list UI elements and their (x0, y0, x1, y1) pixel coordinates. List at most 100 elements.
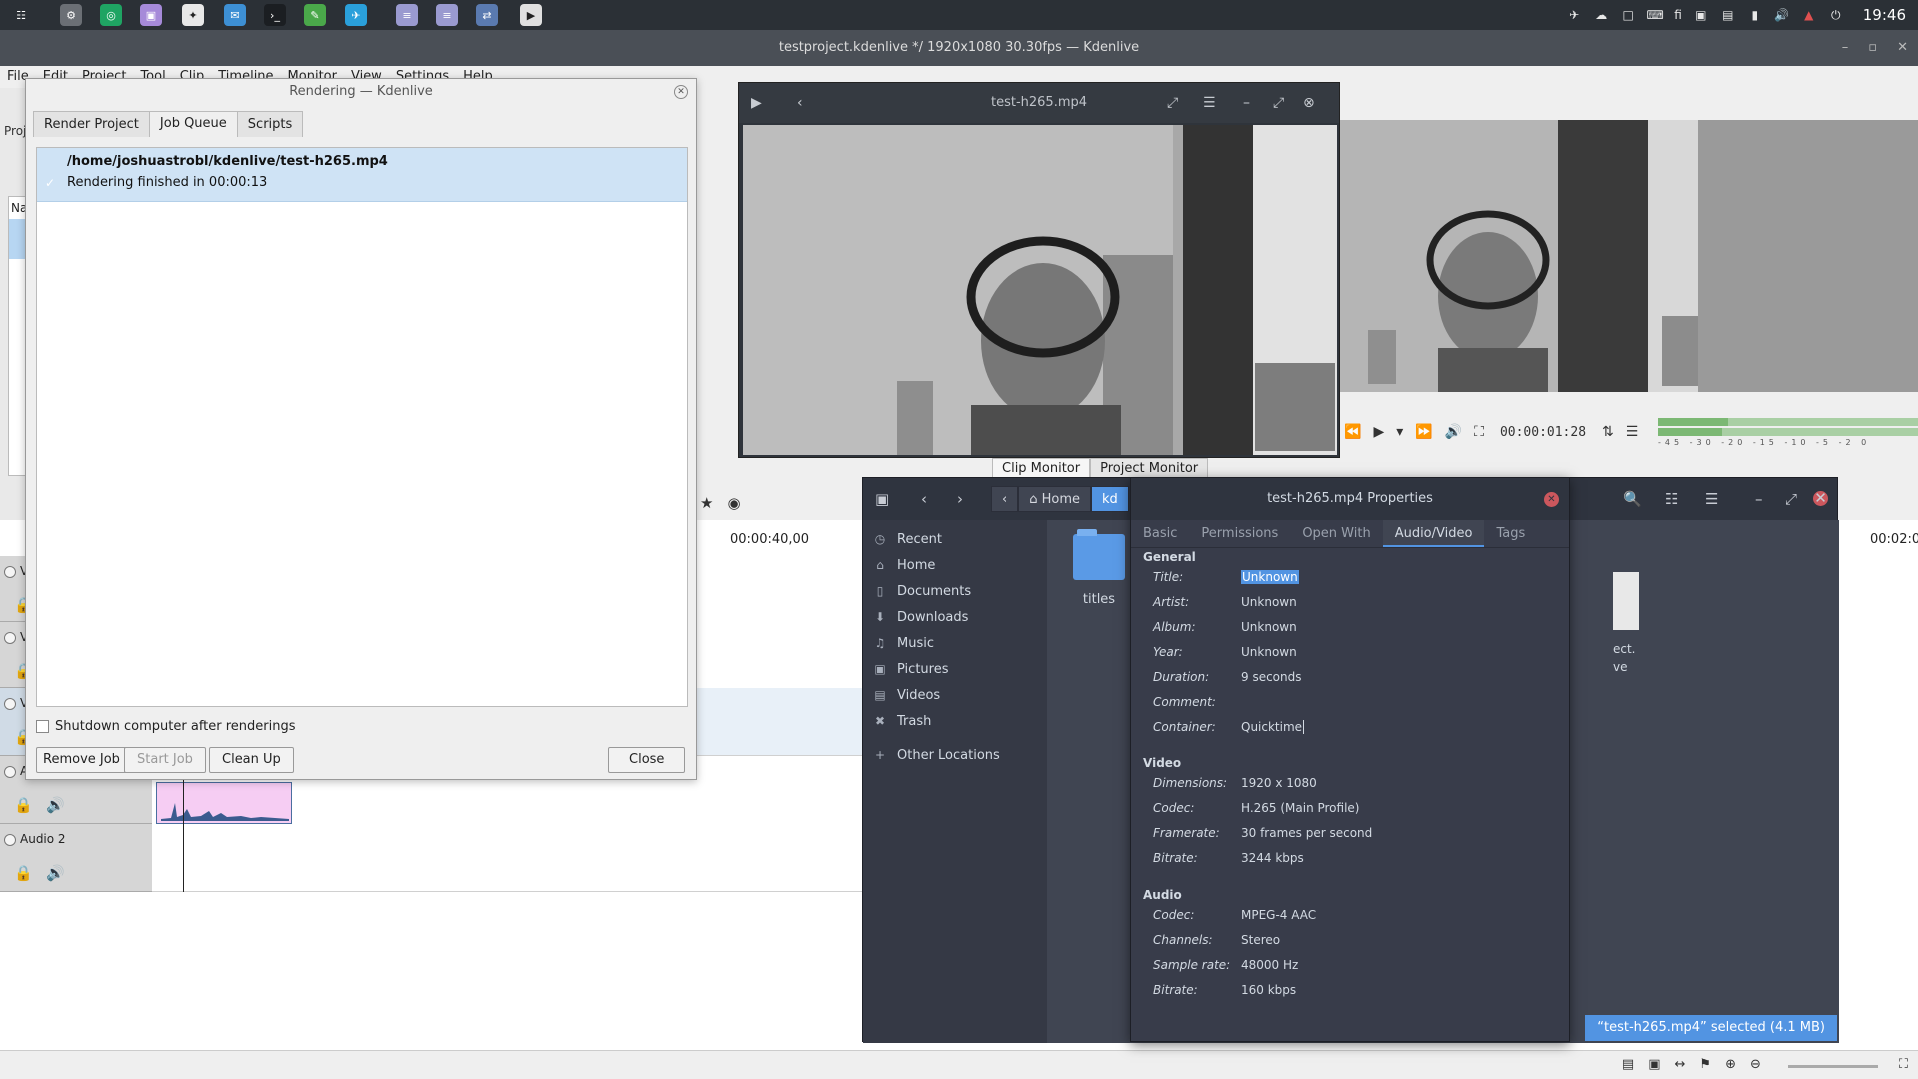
audio-clip[interactable] (156, 782, 292, 824)
folder-item[interactable]: titles (1073, 529, 1125, 607)
prop-value-duration[interactable]: 9 seconds (1241, 670, 1302, 684)
timeline-mode-icon[interactable]: ◉ (727, 494, 740, 512)
notification-bell-icon[interactable]: ▲ (1801, 7, 1817, 23)
track-toggle[interactable] (4, 834, 16, 846)
timecode-spin-icon[interactable]: ⇅ (1602, 424, 1614, 440)
fit-zoom-icon[interactable]: ⊕ (1725, 1057, 1736, 1072)
sidebar-item-other-locations[interactable]: + Other Locations (873, 744, 1000, 766)
track-header-a2[interactable]: Audio 2 🔒 🔊 (0, 824, 152, 892)
cloud-tray-icon[interactable]: ☁ (1593, 7, 1609, 23)
tab-basic[interactable]: Basic (1131, 520, 1189, 547)
shutdown-checkbox[interactable] (36, 720, 49, 733)
track-toggle[interactable] (4, 566, 16, 578)
keyboard-layout-label[interactable]: fi (1674, 8, 1682, 22)
track-toggle[interactable] (4, 632, 16, 644)
grid-view-icon[interactable]: ☷ (1665, 490, 1678, 508)
sidebar-item-home[interactable]: ⌂ Home (873, 554, 935, 576)
prop-value-framerate[interactable]: 30 frames per second (1241, 826, 1372, 840)
sidebar-item-videos[interactable]: ▤ Videos (873, 684, 940, 706)
display-tray-icon[interactable]: □ (1620, 7, 1636, 23)
notes2-app-icon[interactable]: ≡ (436, 4, 458, 26)
shutdown-label[interactable]: Shutdown computer after renderings (55, 719, 296, 734)
path-left-icon[interactable]: ‹ (991, 486, 1019, 512)
maximize-icon[interactable]: ▫ (1868, 30, 1877, 66)
keyboard-tray-icon[interactable]: ⌨ (1647, 7, 1664, 23)
clock[interactable]: 19:46 (1863, 6, 1906, 24)
prop-value-video-bitrate[interactable]: 3244 kbps (1241, 851, 1304, 865)
sidebar-item-documents[interactable]: ▯ Documents (873, 580, 971, 602)
telegram-app-icon[interactable]: ✈ (345, 4, 367, 26)
maximize-icon[interactable]: ⤢ (1785, 490, 1797, 508)
sidebar-item-trash[interactable]: ✖ Trash (873, 710, 931, 732)
track-toggle[interactable] (4, 766, 16, 778)
prop-value-sample-rate[interactable]: 48000 Hz (1241, 958, 1298, 972)
menu-icon[interactable]: ☰ (1705, 490, 1718, 508)
tab-job-queue[interactable]: Job Queue (148, 111, 238, 137)
tab-audio-video[interactable]: Audio/Video (1382, 520, 1485, 547)
forward-icon[interactable]: › (957, 490, 963, 508)
maximize-icon[interactable]: ⤢ (1273, 95, 1284, 111)
minimize-icon[interactable]: – (1243, 95, 1250, 111)
monitor-menu-icon[interactable]: ☰ (1626, 424, 1639, 440)
lock-icon[interactable]: 🔒 (14, 864, 33, 882)
player-video-frame[interactable] (743, 125, 1337, 455)
clean-up-button[interactable]: Clean Up (209, 747, 294, 773)
minimize-icon[interactable]: – (1842, 30, 1849, 66)
tab-open-with[interactable]: Open With (1290, 520, 1382, 547)
close-icon[interactable]: ✕ (1544, 492, 1559, 507)
volume-icon[interactable]: 🔊 (1445, 424, 1462, 440)
github-desktop-icon[interactable]: ✦ (182, 4, 204, 26)
prop-value-dimensions[interactable]: 1920 x 1080 (1241, 776, 1317, 790)
tab-project-monitor[interactable]: Project Monitor (1090, 458, 1209, 479)
job-row[interactable]: ✓ /home/joshuastrobl/kdenlive/test-h265.… (37, 148, 687, 202)
close-icon[interactable]: ✕ (1897, 30, 1908, 66)
track-row-a2[interactable] (152, 824, 862, 892)
prop-value-title[interactable]: Unknown (1241, 570, 1299, 584)
prop-value-year[interactable]: Unknown (1241, 645, 1297, 659)
path-home[interactable]: ⌂ Home (1018, 486, 1091, 512)
close-icon[interactable]: ✕ (674, 85, 688, 99)
remove-job-button[interactable]: Remove Job (36, 747, 127, 773)
close-icon[interactable]: ✕ (1813, 491, 1828, 506)
mail-app-icon[interactable]: ✉ (224, 4, 246, 26)
zoom-out-icon[interactable]: ⊖ (1750, 1057, 1761, 1072)
power-icon[interactable]: ⏻ (1828, 7, 1844, 23)
prop-value-album[interactable]: Unknown (1241, 620, 1297, 634)
battery-tray-icon[interactable]: ▮ (1747, 7, 1763, 23)
back-icon[interactable]: ‹ (921, 490, 927, 508)
play-icon[interactable]: ▶ (1373, 424, 1384, 440)
marker-flag-icon[interactable]: ⚑ (1699, 1057, 1711, 1072)
path-current[interactable]: kd (1090, 486, 1129, 512)
files-app-icon[interactable]: ▣ (140, 4, 162, 26)
track-toggle[interactable] (4, 698, 16, 710)
monitor-timecode[interactable]: 00:00:01:28 (1496, 423, 1590, 442)
lock-icon[interactable]: 🔒 (14, 796, 33, 814)
clipboard-tray-icon[interactable]: ▤ (1720, 7, 1736, 23)
job-queue-list[interactable]: ✓ /home/joshuastrobl/kdenlive/test-h265.… (36, 147, 688, 707)
rewind-icon[interactable]: ⏪ (1344, 424, 1361, 440)
minimize-icon[interactable]: – (1755, 490, 1763, 508)
close-icon[interactable]: ⊗ (1303, 95, 1315, 111)
fit-frame-icon[interactable]: ⛶ (1474, 424, 1484, 440)
close-button[interactable]: Close (608, 747, 686, 773)
menu-icon[interactable]: ☰ (1203, 95, 1216, 111)
sidebar-item-pictures[interactable]: ▣ Pictures (873, 658, 948, 680)
volume-tray-icon[interactable]: 🔊 (1774, 7, 1790, 23)
media-player-app-icon[interactable]: ▶ (520, 4, 542, 26)
app-grid-icon[interactable]: ☷ (10, 4, 32, 26)
fullscreen-icon[interactable]: ⤢ (1167, 95, 1178, 111)
timeline-playhead[interactable] (183, 780, 184, 892)
snap-icon[interactable]: ↔ (1675, 1057, 1686, 1072)
kdenlive-app-icon[interactable]: ⇄ (476, 4, 498, 26)
terminal-app-icon[interactable]: ›_ (264, 4, 286, 26)
zoom-slider[interactable] (1788, 1065, 1878, 1068)
favorite-star-icon[interactable]: ★ (700, 494, 713, 512)
tab-clip-monitor[interactable]: Clip Monitor (992, 458, 1091, 479)
prop-value-audio-codec[interactable]: MPEG-4 AAC (1241, 908, 1316, 922)
fullscreen-icon[interactable]: ⛶ (1899, 1057, 1908, 1072)
timeline-view-icon[interactable]: ▣ (1648, 1057, 1660, 1072)
play-options-icon[interactable]: ▾ (1396, 424, 1403, 440)
notes-app-icon[interactable]: ≡ (396, 4, 418, 26)
sidebar-item-downloads[interactable]: ⬇ Downloads (873, 606, 968, 628)
prop-value-container[interactable]: Quicktime (1241, 720, 1305, 734)
